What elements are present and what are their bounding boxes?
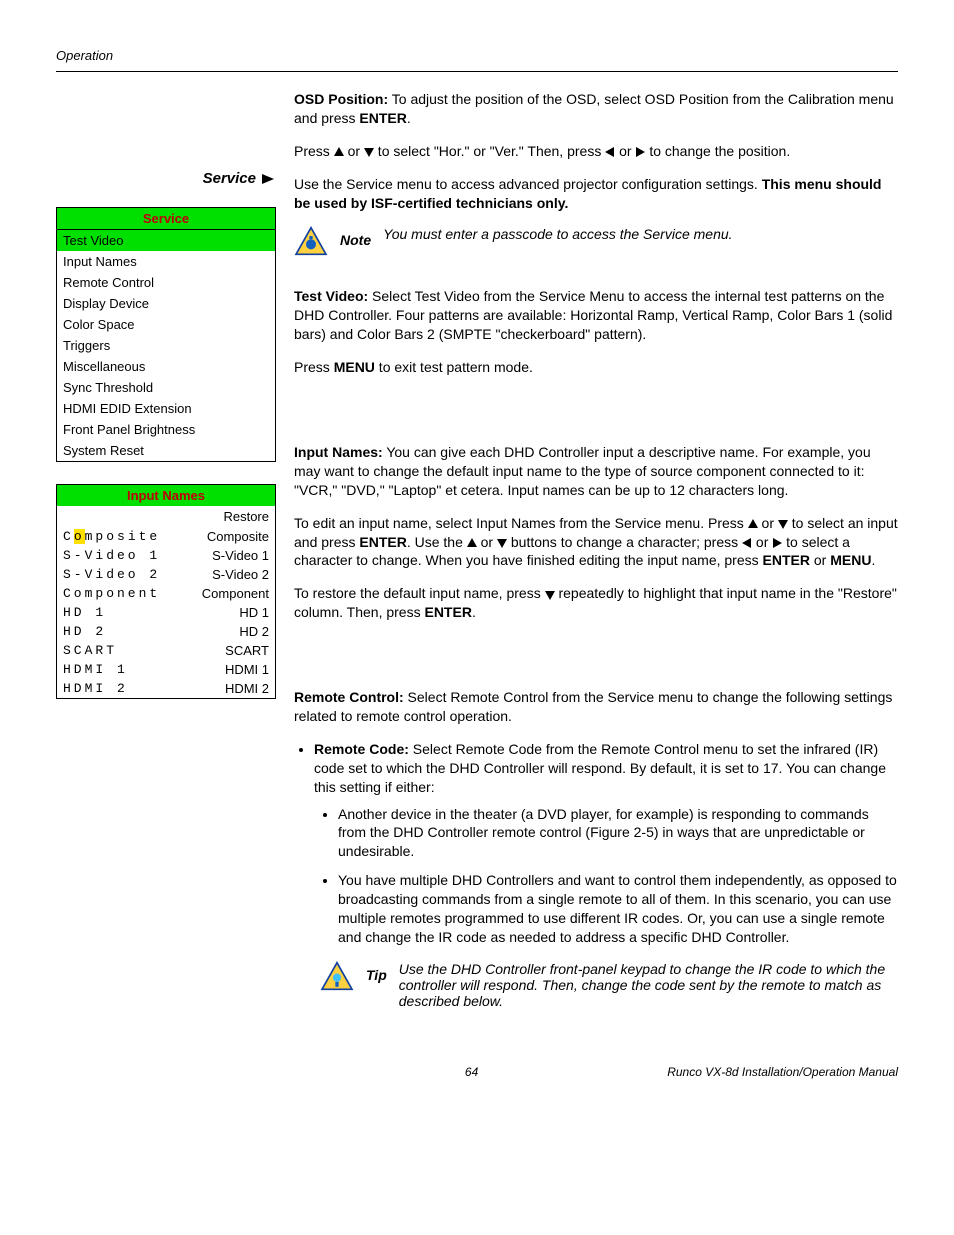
service-menu-item: Input Names xyxy=(57,251,275,272)
input-row-right: S-Video 1 xyxy=(189,548,269,563)
osd-press-para: Press or to select "Hor." or "Ver." Then… xyxy=(294,142,898,161)
input-row-left: S-Video 1 xyxy=(63,548,189,563)
service-menu-item: System Reset xyxy=(57,440,275,461)
input-row-left: S-Video 2 xyxy=(63,567,189,582)
service-label-text: Service xyxy=(203,170,256,187)
note-text: You must enter a passcode to access the … xyxy=(383,226,898,242)
footer-title: Runco VX-8d Installation/Operation Manua… xyxy=(667,1065,898,1079)
remote-control-title: Remote Control: xyxy=(294,689,404,705)
input-row-right: S-Video 2 xyxy=(189,567,269,582)
input-names-box: Input Names Restore CompositeCompositeS-… xyxy=(56,484,276,699)
test-video-para: Test Video: Select Test Video from the S… xyxy=(294,287,898,344)
input-names-header-row: Restore xyxy=(57,506,275,527)
input-row-right: HD 1 xyxy=(189,605,269,620)
input-row-left: HD 2 xyxy=(63,624,189,639)
service-menu-item: Triggers xyxy=(57,335,275,356)
tip-label: Tip xyxy=(366,961,387,983)
sidebar-column: Service Service Test VideoInput NamesRem… xyxy=(56,90,276,1037)
input-names-row: HDMI 1HDMI 1 xyxy=(57,660,275,679)
input-row-left: HDMI 2 xyxy=(63,681,189,696)
input-names-row: HD 2HD 2 xyxy=(57,622,275,641)
input-names-row: HDMI 2HDMI 2 xyxy=(57,679,275,698)
note-label: Note xyxy=(340,226,371,248)
edit-cursor: o xyxy=(74,529,85,544)
input-names-title-inline: Input Names: xyxy=(294,444,383,460)
input-row-left: HD 1 xyxy=(63,605,189,620)
osd-position-para: OSD Position: To adjust the position of … xyxy=(294,90,898,128)
service-menu-title: Service xyxy=(57,208,275,230)
service-menu-item: Remote Control xyxy=(57,272,275,293)
service-menu-item: Sync Threshold xyxy=(57,377,275,398)
input-row-right: HDMI 1 xyxy=(189,662,269,677)
service-menu-box: Service Test VideoInput NamesRemote Cont… xyxy=(56,207,276,462)
input-names-p1: Input Names: You can give each DHD Contr… xyxy=(294,443,898,500)
input-names-row: S-Video 1S-Video 1 xyxy=(57,546,275,565)
arrow-left-icon xyxy=(605,147,615,157)
service-intro-para: Use the Service menu to access advanced … xyxy=(294,175,898,213)
remote-sub-2: You have multiple DHD Controllers and wa… xyxy=(338,871,898,947)
page-footer: 64 Runco VX-8d Installation/Operation Ma… xyxy=(56,1065,898,1079)
input-names-title: Input Names xyxy=(57,485,275,506)
running-header: Operation xyxy=(56,48,898,63)
service-menu-item: Test Video xyxy=(57,230,275,251)
service-menu-item: Display Device xyxy=(57,293,275,314)
input-row-right: Component xyxy=(189,586,269,601)
remote-sub-1: Another device in the theater (a DVD pla… xyxy=(338,805,898,862)
arrow-left-icon xyxy=(742,538,752,548)
restore-column-header: Restore xyxy=(189,509,269,524)
tip-warning-icon xyxy=(320,961,354,994)
remote-bullets: Remote Code: Select Remote Code from the… xyxy=(294,740,898,947)
tip-text: Use the DHD Controller front-panel keypa… xyxy=(399,961,898,1009)
input-row-left: HDMI 1 xyxy=(63,662,189,677)
input-row-right: HD 2 xyxy=(189,624,269,639)
input-row-right: Composite xyxy=(189,529,269,544)
arrow-right-icon xyxy=(635,147,645,157)
input-names-row: CompositeComposite xyxy=(57,527,275,546)
input-row-right: HDMI 2 xyxy=(189,681,269,696)
service-menu-item: Front Panel Brightness xyxy=(57,419,275,440)
input-names-p2: To edit an input name, select Input Name… xyxy=(294,514,898,571)
arrow-up-icon xyxy=(467,538,477,548)
arrow-down-icon xyxy=(778,519,788,529)
arrow-down-icon xyxy=(497,538,507,548)
input-row-left: Composite xyxy=(63,529,189,544)
service-menu-item: Color Space xyxy=(57,314,275,335)
input-row-left: SCART xyxy=(63,643,189,658)
note-warning-icon xyxy=(294,226,328,259)
arrow-up-icon xyxy=(334,147,344,157)
arrow-up-icon xyxy=(748,519,758,529)
test-video-exit-para: Press MENU to exit test pattern mode. xyxy=(294,358,898,377)
service-menu-item: Miscellaneous xyxy=(57,356,275,377)
tip-block: Tip Use the DHD Controller front-panel k… xyxy=(320,961,898,1009)
arrow-right-icon xyxy=(262,174,276,184)
test-video-title: Test Video: xyxy=(294,288,368,304)
remote-sub-list: Another device in the theater (a DVD pla… xyxy=(314,805,898,947)
osd-position-title: OSD Position: xyxy=(294,91,388,107)
note-block: Note You must enter a passcode to access… xyxy=(294,226,898,259)
input-names-row: HD 1HD 1 xyxy=(57,603,275,622)
content-column: OSD Position: To adjust the position of … xyxy=(294,90,898,1037)
remote-control-p1: Remote Control: Select Remote Control fr… xyxy=(294,688,898,726)
remote-code-item: Remote Code: Select Remote Code from the… xyxy=(314,740,898,947)
input-names-row: S-Video 2S-Video 2 xyxy=(57,565,275,584)
arrow-down-icon xyxy=(364,147,374,157)
arrow-down-icon xyxy=(545,590,555,600)
input-names-p3: To restore the default input name, press… xyxy=(294,584,898,622)
input-row-left: Component xyxy=(63,586,189,601)
input-row-right: SCART xyxy=(189,643,269,658)
input-names-row: SCARTSCART xyxy=(57,641,275,660)
service-side-label: Service xyxy=(56,170,276,187)
page-number: 64 xyxy=(276,1065,667,1079)
service-menu-item: HDMI EDID Extension xyxy=(57,398,275,419)
input-names-row: ComponentComponent xyxy=(57,584,275,603)
arrow-right-icon xyxy=(772,538,782,548)
header-rule xyxy=(56,71,898,72)
